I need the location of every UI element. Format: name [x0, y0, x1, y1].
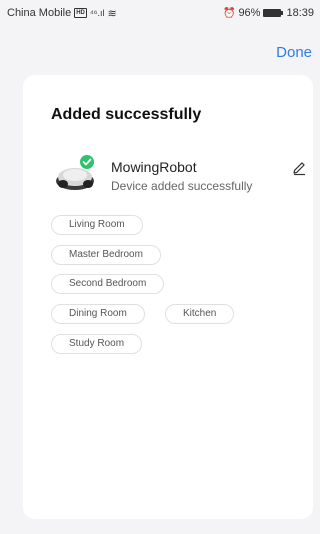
mowing-robot-image	[56, 155, 94, 190]
room-chip-living-room[interactable]: Living Room	[51, 215, 143, 235]
status-left: China Mobile HD ⁴⁶.ıl ≋	[7, 7, 117, 20]
wifi-icon: ≋	[107, 7, 117, 20]
room-chip-master-bedroom[interactable]: Master Bedroom	[51, 245, 161, 265]
edit-pencil-icon[interactable]	[291, 160, 307, 176]
room-chip-second-bedroom[interactable]: Second Bedroom	[51, 274, 165, 294]
done-button[interactable]: Done	[276, 44, 312, 61]
device-status: Device added successfully	[111, 179, 253, 193]
status-right: ⏰ 96% 18:39	[223, 7, 314, 19]
carrier-label: China Mobile	[7, 7, 72, 19]
room-chip-kitchen[interactable]: Kitchen	[165, 304, 235, 324]
device-name: MowingRobot	[111, 159, 197, 175]
page-title: Added successfully	[51, 106, 202, 123]
battery-percent: 96%	[238, 7, 261, 19]
success-check-icon	[80, 155, 94, 169]
result-card: Added successfully MowingRobot Device ad…	[23, 75, 313, 519]
hd-icon: HD	[74, 8, 87, 18]
status-bar: China Mobile HD ⁴⁶.ıl ≋ ⏰ 96% 18:39	[0, 0, 320, 26]
room-chip-dining-room[interactable]: Dining Room	[51, 304, 145, 324]
clock-time: 18:39	[286, 7, 314, 19]
alarm-icon: ⏰	[222, 7, 236, 19]
battery-icon	[263, 9, 284, 17]
room-chip-study-room[interactable]: Study Room	[51, 334, 143, 354]
signal-icon: ⁴⁶.ıl	[89, 8, 105, 18]
device-row: MowingRobot Device added successfully	[51, 153, 305, 201]
